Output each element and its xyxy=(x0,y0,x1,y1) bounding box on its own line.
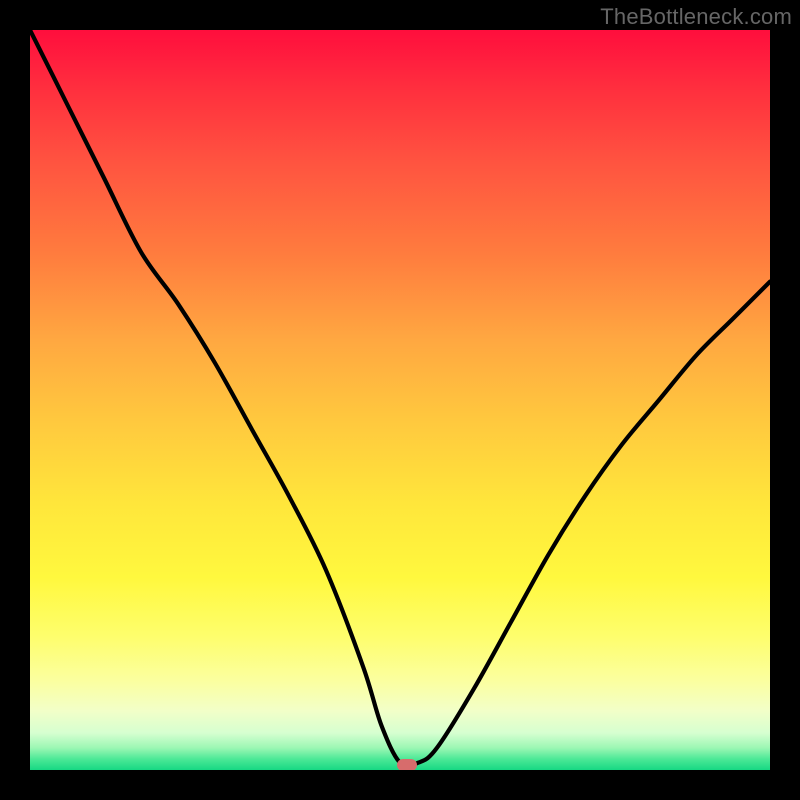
attribution-text: TheBottleneck.com xyxy=(600,4,792,30)
plot-area xyxy=(30,30,770,770)
bottleneck-curve xyxy=(30,30,770,770)
chart-frame: TheBottleneck.com xyxy=(0,0,800,800)
optimal-point-marker xyxy=(397,759,417,770)
